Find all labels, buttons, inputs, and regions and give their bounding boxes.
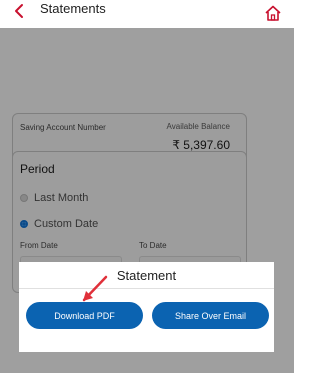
radio-last-month[interactable]: Last Month bbox=[20, 192, 88, 204]
download-pdf-button[interactable]: Download PDF bbox=[26, 302, 143, 329]
app-header: Statements bbox=[0, 0, 294, 29]
modal-divider bbox=[19, 288, 274, 289]
radio-unselected-icon bbox=[20, 194, 28, 202]
balance-label: Available Balance bbox=[166, 122, 230, 131]
modal-title: Statement bbox=[116, 268, 177, 283]
back-button[interactable] bbox=[11, 3, 27, 19]
account-number-label: Saving Account Number bbox=[20, 123, 106, 132]
statement-modal: Statement Download PDF Share Over Email bbox=[19, 262, 274, 352]
radio-selected-icon bbox=[20, 220, 28, 228]
chevron-left-icon bbox=[15, 4, 23, 18]
radio-label: Last Month bbox=[34, 192, 89, 204]
home-button[interactable] bbox=[264, 4, 282, 22]
radio-label: Custom Date bbox=[34, 218, 99, 230]
balance-value: ₹ 5,397.60 bbox=[172, 138, 230, 152]
home-icon bbox=[265, 5, 281, 21]
page-title: Statements bbox=[40, 1, 106, 16]
radio-custom-date[interactable]: Custom Date bbox=[20, 218, 98, 230]
to-date-label: To Date bbox=[139, 241, 167, 250]
share-email-button[interactable]: Share Over Email bbox=[152, 302, 269, 329]
from-date-label: From Date bbox=[20, 241, 58, 250]
period-title: Period bbox=[20, 162, 55, 176]
